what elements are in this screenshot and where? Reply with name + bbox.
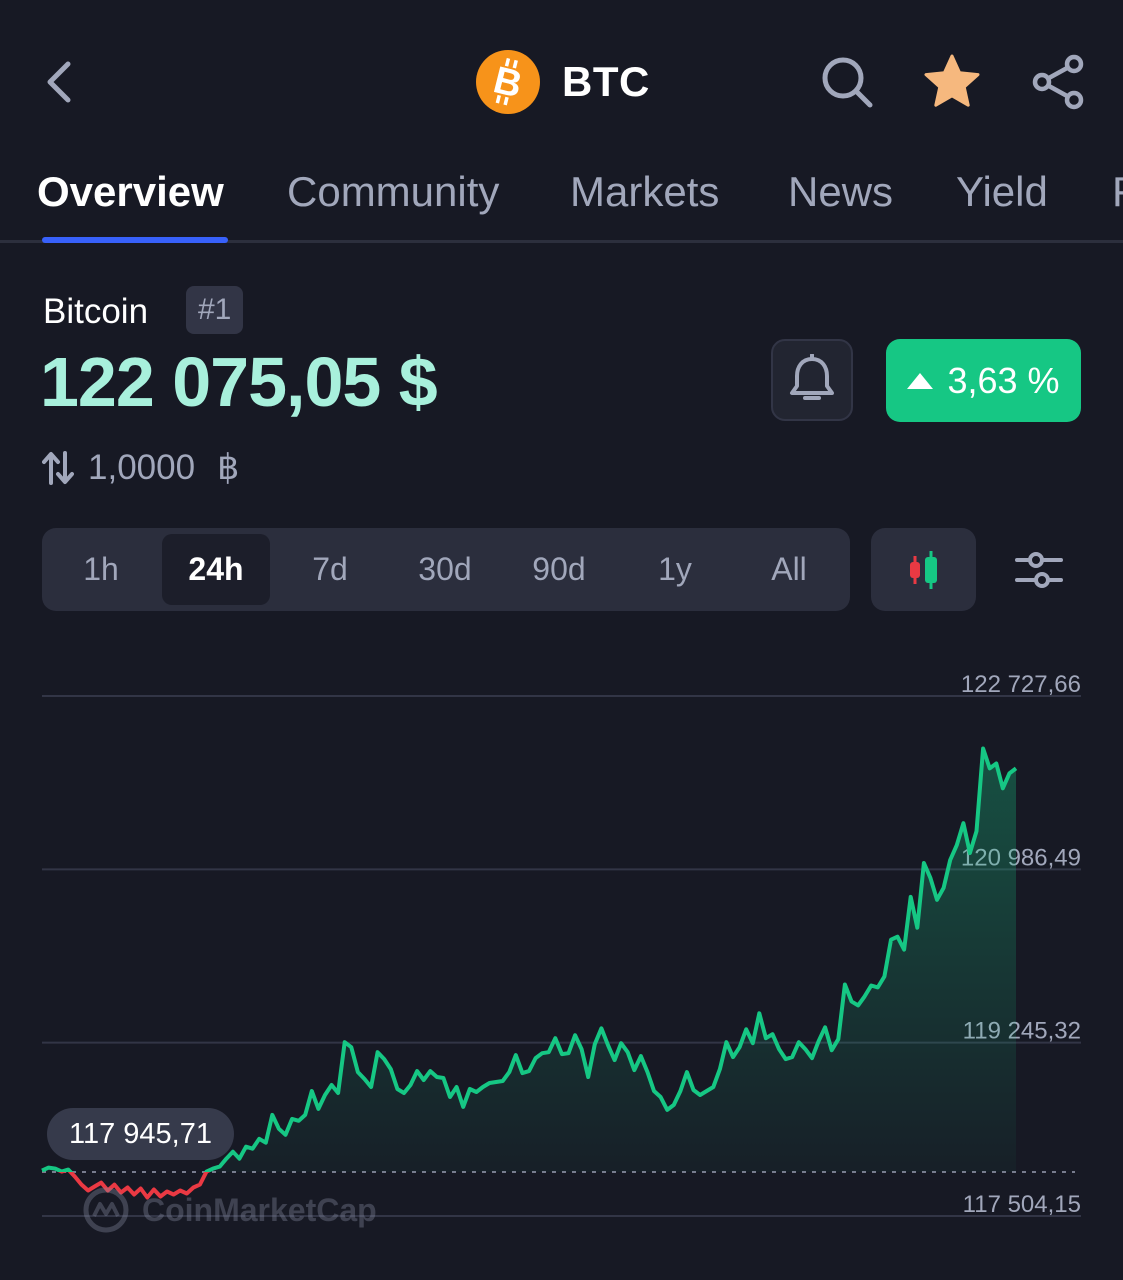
price-change-badge: 3,63 %: [886, 339, 1081, 422]
share-icon: [1032, 54, 1084, 110]
range-30d[interactable]: 30d: [390, 534, 500, 605]
coin-name: Bitcoin: [43, 292, 149, 331]
search-button[interactable]: [813, 48, 881, 116]
back-button[interactable]: [30, 50, 90, 114]
price-change-value: 3,63 %: [947, 359, 1060, 401]
sliders-icon: [1015, 552, 1063, 588]
y-tick-label: 117 504,15: [963, 1191, 1081, 1218]
y-tick-label: 122 727,66: [961, 671, 1081, 698]
caret-up-icon: [907, 372, 934, 389]
bell-icon: [790, 354, 834, 400]
range-7d[interactable]: 7d: [276, 534, 384, 605]
tab-yield[interactable]: Yield: [956, 168, 1048, 216]
favorite-button[interactable]: [918, 48, 986, 116]
watermark: CoinMarketCap: [82, 1186, 377, 1234]
coin-price: 122 075,05 $: [40, 343, 438, 421]
tab-truncated[interactable]: F: [1112, 168, 1123, 216]
active-tab-indicator: [42, 237, 228, 243]
range-all[interactable]: All: [734, 534, 844, 605]
converter-amount: 1,0000: [88, 448, 196, 487]
price-alert-button[interactable]: [771, 339, 853, 421]
chart-settings-button[interactable]: [1005, 540, 1073, 600]
range-1y[interactable]: 1y: [620, 534, 730, 605]
converter-row[interactable]: 1,0000 ฿: [42, 446, 239, 490]
search-icon: [822, 57, 873, 108]
coinmarketcap-logo-icon: [83, 1187, 129, 1233]
swap-arrows-icon: [42, 451, 74, 485]
tab-bar: Overview Community Markets News Yield F: [0, 150, 1123, 242]
range-24h[interactable]: 24h: [162, 534, 270, 605]
range-1h[interactable]: 1h: [48, 534, 154, 605]
candlestick-toggle-button[interactable]: [871, 528, 976, 611]
tab-markets[interactable]: Markets: [570, 168, 719, 216]
converter-unit: ฿: [217, 448, 240, 487]
candlestick-icon: [909, 550, 937, 589]
open-price-tag: 117 945,71: [47, 1108, 234, 1160]
tab-community[interactable]: Community: [287, 168, 499, 216]
watermark-text: CoinMarketCap: [142, 1191, 377, 1228]
bitcoin-logo-icon: B: [476, 50, 540, 114]
range-90d[interactable]: 90d: [504, 534, 614, 605]
tab-news[interactable]: News: [788, 168, 893, 216]
chevron-left-icon: [47, 61, 71, 103]
coin-title: B BTC: [476, 50, 650, 114]
time-range-selector: 1h 24h 7d 30d 90d 1y All: [42, 528, 850, 611]
coin-symbol: BTC: [562, 58, 650, 105]
tab-overview[interactable]: Overview: [37, 168, 224, 216]
star-icon: [924, 54, 980, 107]
share-button[interactable]: [1024, 48, 1092, 116]
rank-badge: #1: [186, 286, 244, 334]
